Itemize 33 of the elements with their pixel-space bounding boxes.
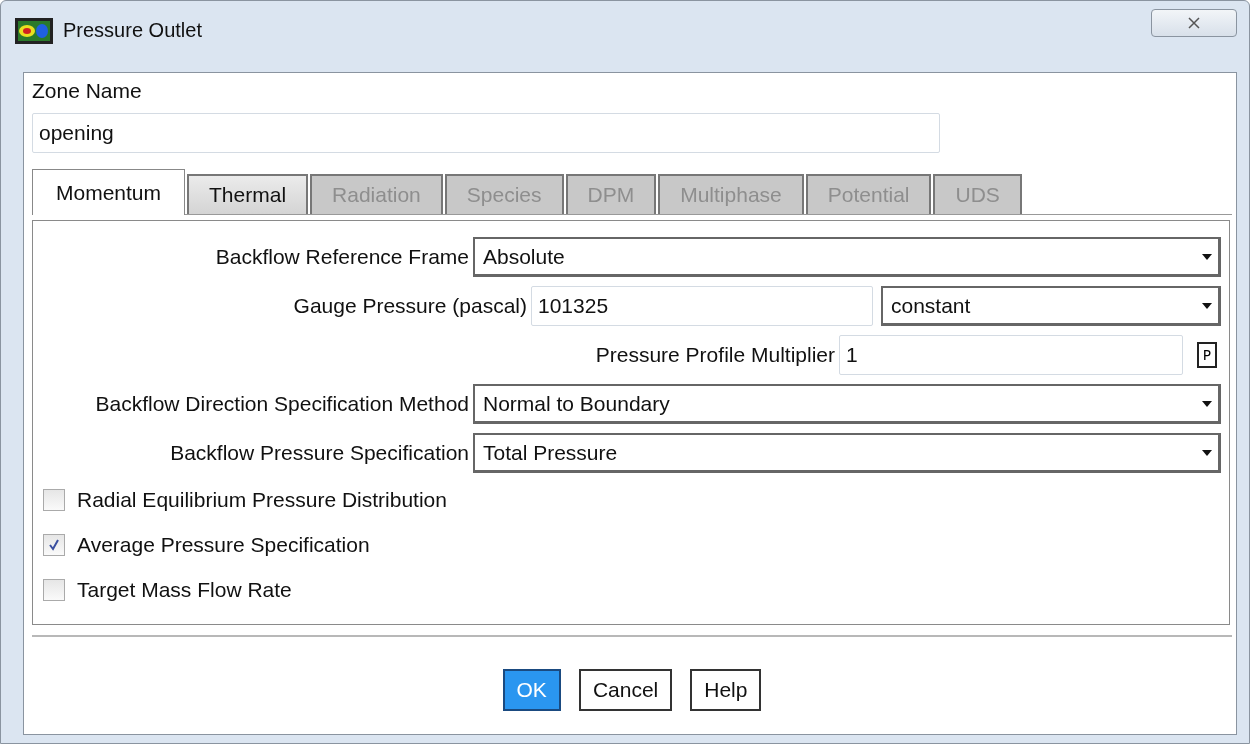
dropdown-arrow-icon xyxy=(1202,449,1212,456)
dropdown[interactable]: Total Pressure xyxy=(473,433,1221,473)
field-label: Backflow Pressure Specification xyxy=(169,441,469,465)
checkbox-label: Target Mass Flow Rate xyxy=(77,578,292,602)
close-button[interactable] xyxy=(1151,9,1237,37)
checkbox[interactable] xyxy=(43,489,65,511)
tab[interactable]: Momentum xyxy=(32,169,186,215)
dropdown-arrow-icon xyxy=(1202,253,1212,260)
zone-name-field[interactable]: opening xyxy=(32,113,940,153)
field-label: Pressure Profile Multiplier xyxy=(595,343,835,367)
dropdown-arrow-icon xyxy=(1202,302,1212,309)
dialog-button[interactable]: Help xyxy=(690,669,762,711)
dropdown[interactable]: Normal to Boundary xyxy=(473,384,1221,424)
checkbox[interactable] xyxy=(43,534,65,556)
contour-plot-icon xyxy=(15,17,53,44)
dialog-button[interactable]: Cancel xyxy=(578,669,673,711)
tab[interactable]: Thermal xyxy=(187,174,309,214)
checkbox[interactable] xyxy=(43,579,65,601)
close-icon xyxy=(1188,17,1200,29)
field-label: Backflow Reference Frame xyxy=(214,245,469,269)
dropdown[interactable]: Absolute xyxy=(473,237,1221,277)
window-title: Pressure Outlet xyxy=(63,19,202,42)
checkbox-label: Average Pressure Specification xyxy=(77,533,370,557)
input-field[interactable]: 1 xyxy=(839,335,1183,375)
dropdown-arrow-icon xyxy=(1202,400,1212,407)
field-label: Gauge Pressure (pascal) xyxy=(293,294,527,318)
dropdown[interactable]: constant xyxy=(881,286,1221,326)
zone-name-label: Zone Name xyxy=(32,78,143,104)
checkmark-icon xyxy=(48,539,60,551)
parameter-button[interactable]: P xyxy=(1197,342,1217,368)
field-label: Backflow Direction Specification Method xyxy=(94,392,469,416)
checkbox-label: Radial Equilibrium Pressure Distribution xyxy=(77,488,447,512)
input-field[interactable]: 101325 xyxy=(531,286,873,326)
